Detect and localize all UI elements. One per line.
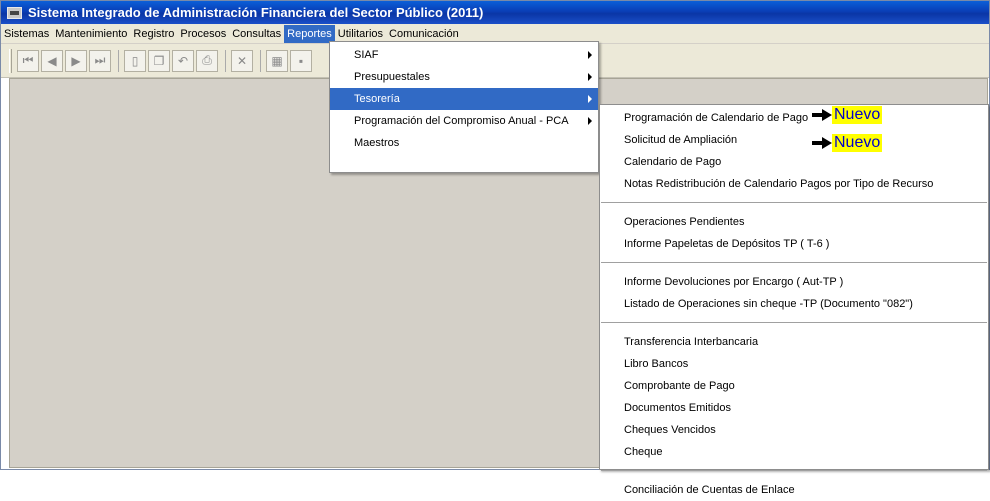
reportes-menu: SIAF Presupuestales Tesorería Programaci… bbox=[329, 41, 599, 173]
menu-separator bbox=[601, 470, 987, 471]
menu-separator bbox=[601, 322, 987, 323]
menu-item-notas-redistribucion[interactable]: Notas Redistribución de Calendario Pagos… bbox=[600, 173, 988, 195]
menu-item-transferencia-interbancaria[interactable]: Transferencia Interbancaria bbox=[600, 331, 988, 353]
title-bar[interactable]: Sistema Integrado de Administración Fina… bbox=[1, 1, 989, 24]
menu-item-programacion-calendario[interactable]: Programación de Calendario de Pago bbox=[600, 107, 988, 129]
previous-record-icon[interactable]: ◀ bbox=[41, 49, 63, 72]
menu-item-operaciones-pendientes[interactable]: Operaciones Pendientes bbox=[600, 211, 988, 233]
new-document-icon[interactable]: ▯ bbox=[124, 49, 146, 72]
nuevo-label: Nuevo bbox=[832, 134, 883, 152]
menu-item-cheques-vencidos[interactable]: Cheques Vencidos bbox=[600, 419, 988, 441]
submenu-arrow-icon bbox=[588, 51, 592, 59]
menu-item-operaciones-sin-cheque[interactable]: Listado de Operaciones sin cheque -TP (D… bbox=[600, 293, 988, 315]
save-icon[interactable]: ▪ bbox=[290, 49, 312, 72]
arrow-right-icon bbox=[812, 109, 832, 121]
nuevo-label: Nuevo bbox=[832, 106, 883, 124]
menu-item-solicitud-ampliacion[interactable]: Solicitud de Ampliación bbox=[600, 129, 988, 151]
submenu-arrow-icon bbox=[588, 95, 592, 103]
menu-item-label: Presupuestales bbox=[354, 71, 430, 83]
menu-item-maestros[interactable]: Maestros bbox=[330, 132, 598, 154]
nuevo-badge: Nuevo bbox=[812, 134, 883, 152]
menu-item-calendario-pago[interactable]: Calendario de Pago bbox=[600, 151, 988, 173]
menu-comunicacion[interactable]: Comunicación bbox=[386, 25, 462, 43]
toolbar-grip[interactable] bbox=[9, 48, 12, 73]
menu-separator bbox=[601, 202, 987, 203]
menu-item-conciliacion-cuentas[interactable]: Conciliación de Cuentas de Enlace bbox=[600, 479, 988, 501]
menu-item-documentos-emitidos[interactable]: Documentos Emitidos bbox=[600, 397, 988, 419]
menu-mantenimiento[interactable]: Mantenimiento bbox=[52, 25, 130, 43]
copy-icon[interactable]: ❐ bbox=[148, 49, 170, 72]
menu-procesos[interactable]: Procesos bbox=[177, 25, 229, 43]
window-title: Sistema Integrado de Administración Fina… bbox=[28, 5, 484, 20]
menu-registro[interactable]: Registro bbox=[130, 25, 177, 43]
menu-utilitarios[interactable]: Utilitarios bbox=[335, 25, 386, 43]
menu-item-label: Programación del Compromiso Anual - PCA bbox=[354, 115, 569, 127]
toolbar-separator bbox=[260, 49, 261, 72]
menu-sistemas[interactable]: Sistemas bbox=[1, 25, 52, 43]
menu-item-comprobante-pago[interactable]: Comprobante de Pago bbox=[600, 375, 988, 397]
menu-item-pca[interactable]: Programación del Compromiso Anual - PCA bbox=[330, 110, 598, 132]
menu-item-cheque[interactable]: Cheque bbox=[600, 441, 988, 463]
print-icon[interactable]: ⎙ bbox=[196, 49, 218, 72]
menu-item-label: SIAF bbox=[354, 49, 379, 61]
undo-icon[interactable]: ↶ bbox=[172, 49, 194, 72]
menu-item-devoluciones-encargo[interactable]: Informe Devoluciones por Encargo ( Aut-T… bbox=[600, 271, 988, 293]
menu-reportes[interactable]: Reportes bbox=[284, 24, 335, 43]
menu-separator bbox=[601, 262, 987, 263]
toolbar-separator bbox=[118, 49, 119, 72]
menu-item-libro-bancos[interactable]: Libro Bancos bbox=[600, 353, 988, 375]
delete-icon[interactable]: ✕ bbox=[231, 49, 253, 72]
tesoreria-submenu: Programación de Calendario de Pago Solic… bbox=[599, 104, 989, 496]
menu-item-presupuestales[interactable]: Presupuestales bbox=[330, 66, 598, 88]
first-record-icon[interactable]: ⏮ bbox=[17, 49, 39, 72]
arrow-right-icon bbox=[812, 137, 832, 149]
app-icon bbox=[7, 6, 22, 19]
next-record-icon[interactable]: ▶ bbox=[65, 49, 87, 72]
toolbar-separator bbox=[225, 49, 226, 72]
menu-item-tesoreria[interactable]: Tesorería bbox=[330, 88, 598, 110]
nuevo-badge: Nuevo bbox=[812, 106, 883, 124]
last-record-icon[interactable]: ⏭ bbox=[89, 49, 111, 72]
menu-item-label: Maestros bbox=[354, 137, 400, 149]
menu-item-papeletas-depositos[interactable]: Informe Papeletas de Depósitos TP ( T-6 … bbox=[600, 233, 988, 255]
menu-consultas[interactable]: Consultas bbox=[229, 25, 284, 43]
submenu-arrow-icon bbox=[588, 117, 592, 125]
settings-icon[interactable]: ▦ bbox=[266, 49, 288, 72]
menu-item-siaf[interactable]: SIAF bbox=[330, 44, 598, 66]
submenu-arrow-icon bbox=[588, 73, 592, 81]
menu-item-label: Tesorería bbox=[354, 93, 400, 105]
